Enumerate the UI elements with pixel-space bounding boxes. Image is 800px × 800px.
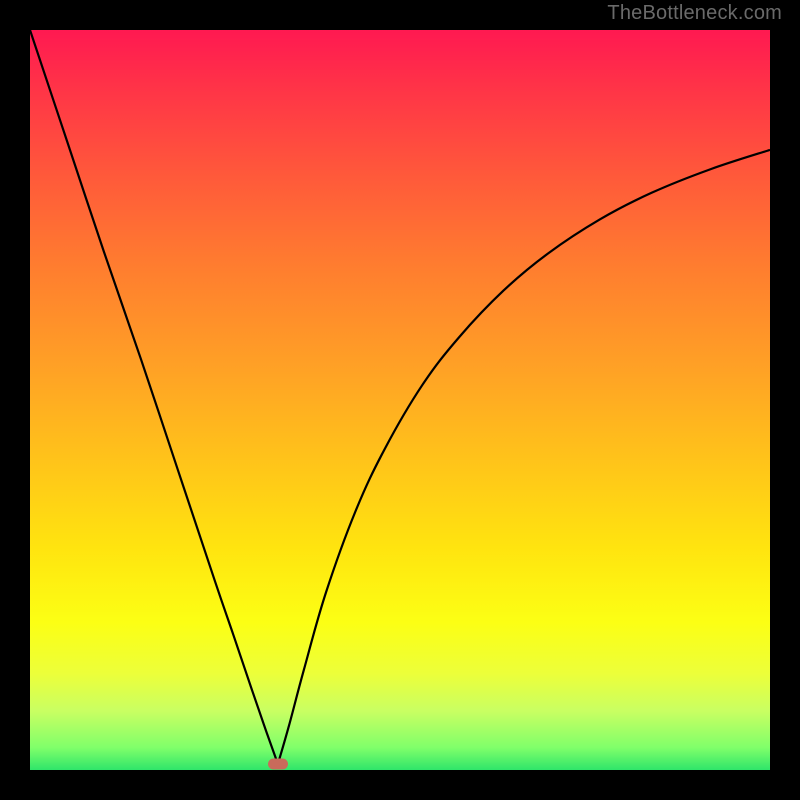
plot-area <box>30 30 770 770</box>
curve-left-branch <box>30 30 278 764</box>
minimum-marker <box>268 759 288 770</box>
chart-frame: TheBottleneck.com <box>0 0 800 800</box>
attribution-label: TheBottleneck.com <box>607 2 782 25</box>
bottleneck-curve <box>30 30 770 770</box>
curve-right-branch <box>278 150 770 764</box>
